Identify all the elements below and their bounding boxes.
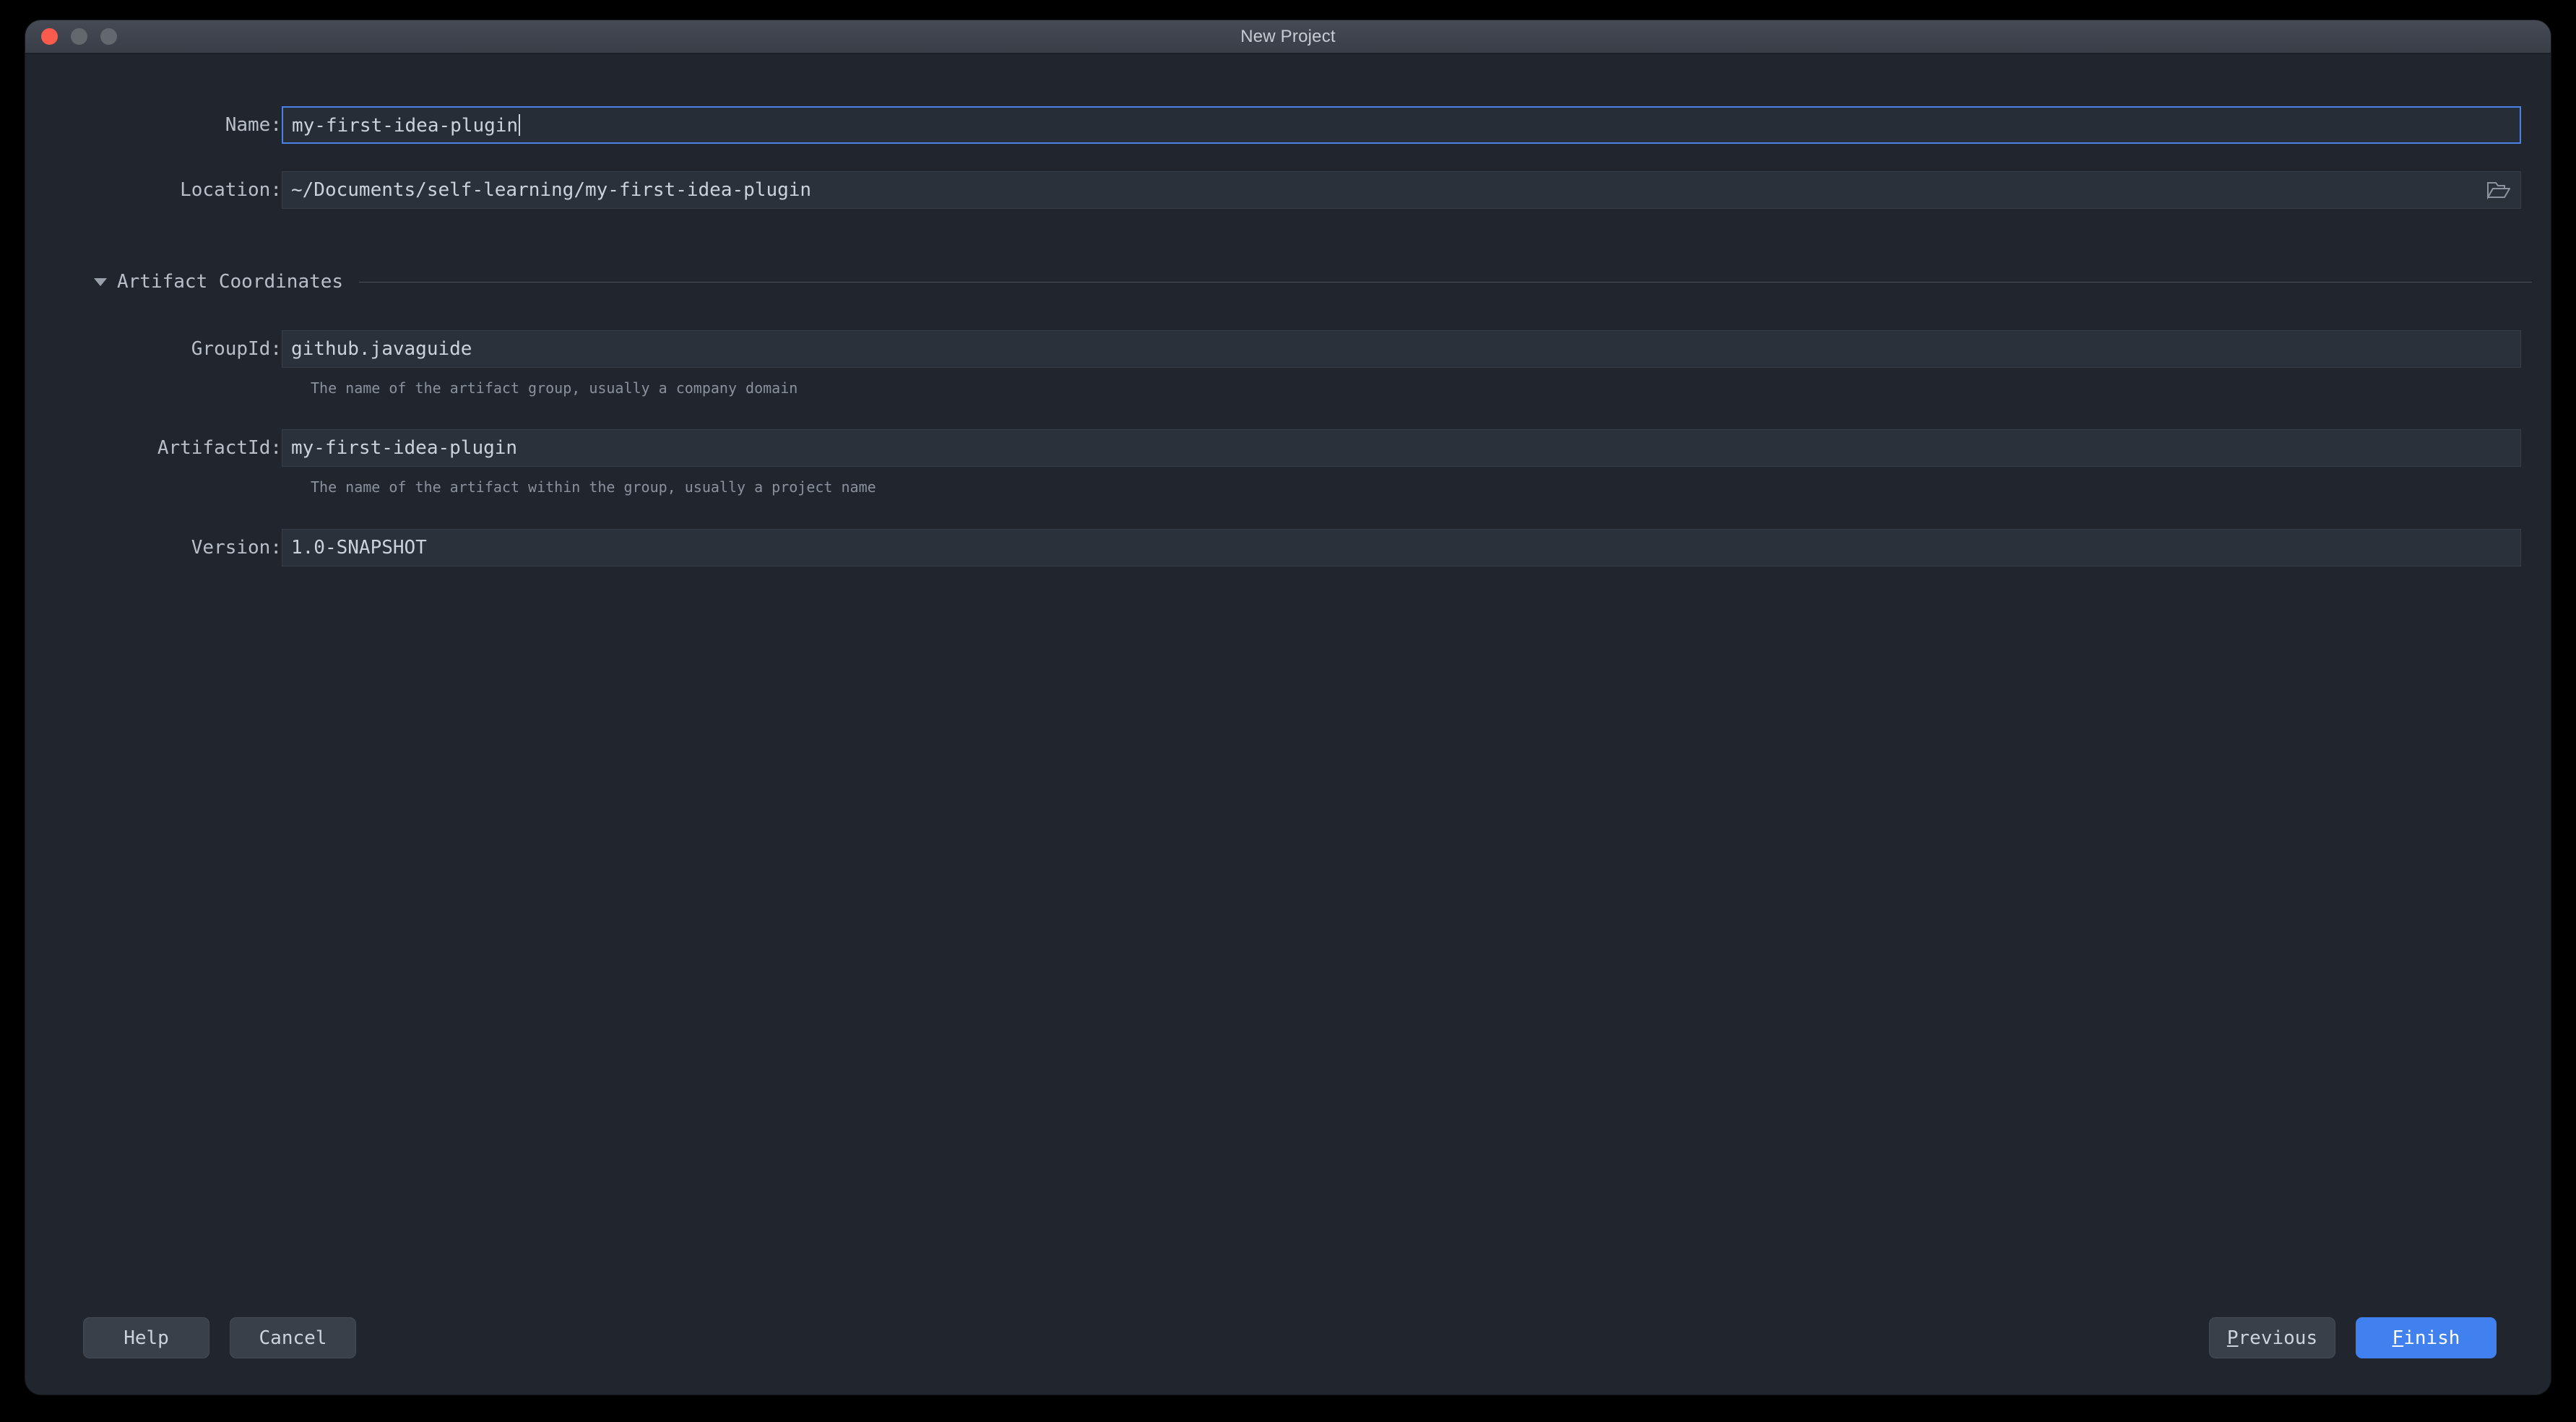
location-field-row: Location: ~/Documents/self-learning/my-f… xyxy=(69,171,2532,209)
close-window-button[interactable] xyxy=(41,28,58,45)
finish-button[interactable]: Finish xyxy=(2356,1317,2497,1358)
version-label: Version: xyxy=(191,537,282,559)
location-input[interactable]: ~/Documents/self-learning/my-first-idea-… xyxy=(282,171,2521,209)
footer-right-buttons: Previous Finish xyxy=(2209,1317,2497,1358)
artifact-coordinates-title: Artifact Coordinates xyxy=(117,271,344,293)
name-input-value: my-first-idea-plugin xyxy=(292,115,519,137)
previous-button-mnemonic: P xyxy=(2226,1327,2239,1349)
previous-button[interactable]: Previous xyxy=(2209,1317,2335,1358)
artifactid-hint: The name of the artifact within the grou… xyxy=(311,478,876,496)
folder-open-icon[interactable] xyxy=(2486,179,2512,201)
dialog-content: Name: my-first-idea-plugin Location: ~/D… xyxy=(25,54,2551,1395)
traffic-light-group xyxy=(41,20,117,53)
footer-left-buttons: Help Cancel xyxy=(83,1317,356,1358)
cancel-button[interactable]: Cancel xyxy=(230,1317,356,1358)
name-field-row: Name: my-first-idea-plugin xyxy=(69,106,2532,144)
name-label: Name: xyxy=(225,114,282,136)
artifactid-label: ArtifactId: xyxy=(157,437,282,459)
chevron-down-icon[interactable] xyxy=(94,277,107,286)
groupid-input[interactable]: github.javaguide xyxy=(282,330,2521,368)
artifact-coordinates-section-header[interactable]: Artifact Coordinates xyxy=(94,271,2532,293)
finish-button-label: inish xyxy=(2403,1327,2460,1349)
location-label: Location: xyxy=(180,179,282,201)
finish-button-mnemonic: F xyxy=(2392,1327,2404,1349)
previous-button-label: revious xyxy=(2238,1327,2318,1349)
help-button[interactable]: Help xyxy=(83,1317,209,1358)
window-title: New Project xyxy=(1240,26,1336,46)
zoom-window-button[interactable] xyxy=(100,28,117,45)
groupid-hint: The name of the artifact group, usually … xyxy=(311,379,798,397)
version-input[interactable]: 1.0-SNAPSHOT xyxy=(282,529,2521,566)
location-input-value: ~/Documents/self-learning/my-first-idea-… xyxy=(291,179,812,201)
artifactid-input[interactable]: my-first-idea-plugin xyxy=(282,429,2521,467)
name-input[interactable]: my-first-idea-plugin xyxy=(282,106,2521,144)
text-caret xyxy=(519,114,521,136)
section-divider xyxy=(359,281,2532,283)
version-field-row: Version: 1.0-SNAPSHOT xyxy=(69,529,2532,566)
groupid-field-row: GroupId: github.javaguide xyxy=(69,330,2532,368)
minimize-window-button[interactable] xyxy=(71,28,87,45)
artifactid-field-row: ArtifactId: my-first-idea-plugin xyxy=(69,429,2532,467)
groupid-label: GroupId: xyxy=(191,338,282,360)
new-project-dialog: New Project Name: my-first-idea-plugin L… xyxy=(25,20,2551,1395)
window-titlebar[interactable]: New Project xyxy=(25,20,2551,54)
